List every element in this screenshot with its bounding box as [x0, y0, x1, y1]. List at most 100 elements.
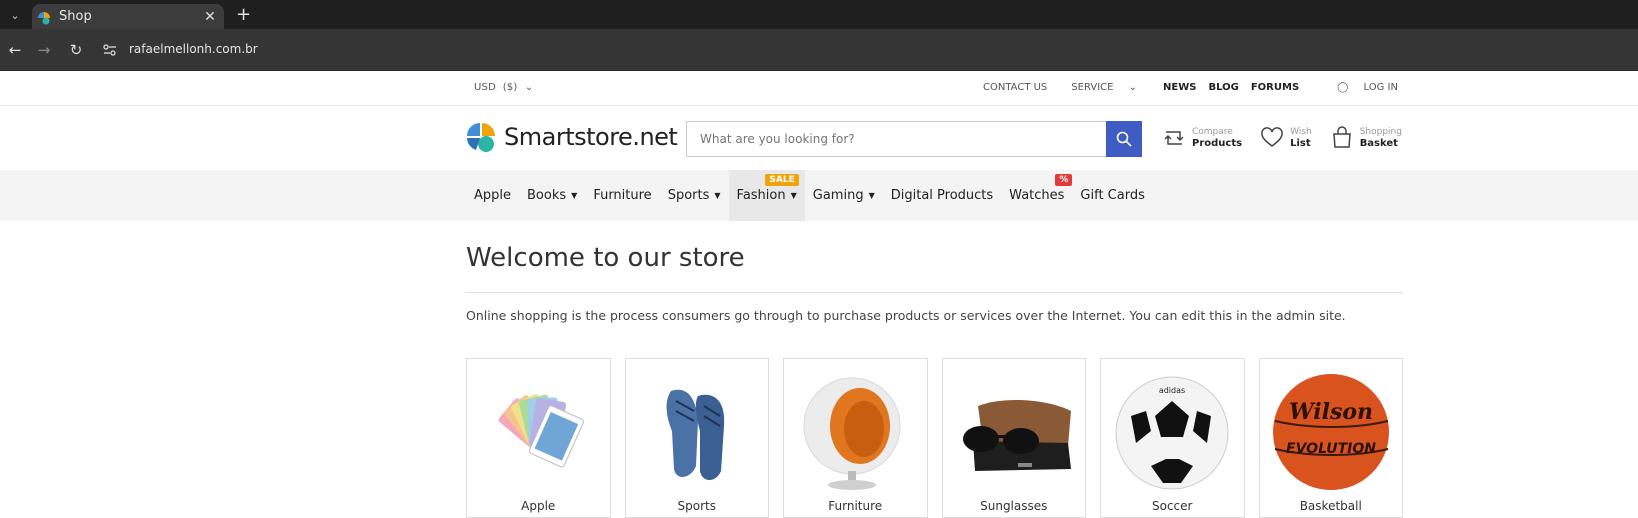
menu-item-watches[interactable]: Watches%: [1001, 170, 1073, 221]
login-label: LOG IN: [1363, 82, 1398, 93]
menu-item-gaming[interactable]: Gaming ▼: [805, 170, 883, 221]
divider: [466, 292, 1403, 293]
heart-icon: [1261, 127, 1283, 147]
category-card-sports[interactable]: Sports: [624, 358, 769, 518]
compare-icon: [1164, 131, 1184, 145]
category-card-apple[interactable]: Apple: [466, 358, 611, 518]
menu-item-books[interactable]: Books ▼: [519, 170, 585, 221]
browser-toolbar: ← → ↻ rafaelmellonh.com.br: [0, 29, 1638, 71]
search-box: [686, 121, 1142, 157]
menu-item-label: Books: [527, 188, 567, 203]
intro-text: Online shopping is the process consumers…: [466, 308, 1346, 323]
svg-text:Wilson: Wilson: [1288, 399, 1372, 425]
logo-text-main: Smartstore: [504, 123, 633, 151]
menu-item-gift-cards[interactable]: Gift Cards: [1072, 170, 1152, 221]
menu-item-sports[interactable]: Sports ▼: [660, 170, 729, 221]
logo-text-suffix: .net: [632, 123, 678, 151]
reload-icon[interactable]: ↻: [66, 40, 86, 60]
menu-item-label: Watches: [1009, 188, 1065, 203]
menu-item-label: Gaming: [812, 188, 864, 203]
address-bar[interactable]: rafaelmellonh.com.br: [129, 42, 258, 56]
menu-item-apple[interactable]: Apple: [466, 170, 519, 221]
category-title: Sports: [677, 499, 716, 513]
tab-title: Shop: [59, 9, 92, 24]
menu-item-furniture[interactable]: Furniture: [585, 170, 659, 221]
forward-arrow-icon[interactable]: →: [34, 40, 54, 60]
chevron-down-icon: ▼: [868, 191, 875, 200]
close-tab-icon[interactable]: ✕: [200, 9, 220, 25]
ball-chair-image: [803, 377, 901, 490]
sneakers-image: [666, 389, 724, 480]
main-menu: Apple Books ▼ Furniture Sports ▼ Fashion ▼ S…: [466, 170, 1153, 221]
user-icon: ◯: [1337, 82, 1349, 93]
basket-icon: [1332, 126, 1351, 148]
news-link[interactable]: NEWS: [1163, 82, 1196, 93]
category-card-soccer[interactable]: adidas Soccer: [1100, 358, 1245, 518]
basketball-image: Wilson EVOLUTION: [1272, 374, 1389, 490]
tab-list-chevron-icon[interactable]: ⌄: [6, 6, 24, 24]
site-header: Smartstore.net CompareProducts WishList …: [0, 106, 1638, 170]
menu-item-label: Gift Cards: [1080, 188, 1145, 203]
wish-bottom-label: List: [1290, 138, 1311, 149]
svg-text:adidas: adidas: [1159, 386, 1185, 395]
logo-mark-icon: [467, 123, 495, 152]
basket-bottom-label: Basket: [1359, 138, 1398, 149]
main-menu-bar: Apple Books ▼ Furniture Sports ▼ Fashion ▼ S…: [0, 170, 1638, 221]
forums-link[interactable]: FORUMS: [1251, 82, 1299, 93]
service-menu[interactable]: SERVICE ⌄: [1059, 82, 1137, 93]
contact-us-link[interactable]: CONTACT US: [983, 82, 1047, 93]
back-arrow-icon[interactable]: ←: [5, 40, 25, 60]
chevron-down-icon: ⌄: [524, 82, 534, 93]
chevron-down-icon: ▼: [571, 191, 578, 200]
menu-item-label: Apple: [474, 188, 512, 203]
logo-text: Smartstore.net: [504, 123, 678, 151]
chevron-down-icon: ▼: [790, 191, 797, 200]
shopping-basket-button[interactable]: Shopping Basket: [1330, 126, 1402, 150]
search-input[interactable]: [686, 121, 1106, 157]
wish-top-label: Wish: [1290, 127, 1312, 137]
category-title: Sunglasses: [980, 499, 1048, 513]
main-content: Welcome to our store Online shopping is …: [466, 225, 1403, 518]
menu-item-label: Furniture: [593, 188, 652, 203]
service-label: SERVICE: [1071, 82, 1114, 93]
svg-text:EVOLUTION: EVOLUTION: [1286, 441, 1376, 457]
category-card-basketball[interactable]: Wilson EVOLUTION Basketball: [1258, 358, 1403, 518]
compare-bottom-label: Products: [1192, 138, 1243, 149]
login-link[interactable]: ◯ LOG IN: [1325, 82, 1398, 93]
category-title: Furniture: [828, 499, 883, 513]
menu-item-label: Digital Products: [890, 188, 994, 203]
new-tab-icon[interactable]: +: [236, 4, 251, 25]
menu-item-digital-products[interactable]: Digital Products: [883, 170, 1001, 221]
compare-top-label: Compare: [1192, 127, 1233, 137]
header-tools: Compare Products Wish List Shopping Basket: [1162, 126, 1420, 150]
wish-list-button[interactable]: Wish List: [1260, 126, 1312, 150]
ipad-colors-image: [498, 393, 584, 468]
page-title: Welcome to our store: [466, 243, 745, 273]
discount-badge: %: [1055, 174, 1073, 186]
currency-label: USD ($): [474, 82, 518, 93]
top-utility-bar: USD ($) ⌄ CONTACT US SERVICE ⌄ NEWS BLOG…: [0, 71, 1638, 106]
blog-link[interactable]: BLOG: [1208, 82, 1238, 93]
search-button[interactable]: [1106, 121, 1142, 157]
top-links: CONTACT US SERVICE ⌄ NEWS BLOG FORUMS ◯ …: [971, 82, 1398, 93]
site-info-icon[interactable]: [101, 41, 119, 59]
category-card-sunglasses[interactable]: Sunglasses: [941, 358, 1086, 518]
chevron-down-icon: ▼: [714, 191, 721, 200]
browser-tab-bar: ⌄ Shop ✕ +: [0, 0, 1638, 29]
sunglasses-image: [962, 399, 1071, 471]
currency-selector[interactable]: USD ($) ⌄: [474, 82, 533, 93]
category-card-furniture[interactable]: Furniture: [783, 358, 928, 518]
category-grid: Apple Sports Furniture Sunglasses adidas…: [466, 358, 1403, 518]
soccer-ball-image: adidas: [1115, 376, 1229, 490]
search-icon: [1116, 131, 1132, 147]
site-logo[interactable]: Smartstore.net: [466, 121, 678, 153]
favicon-icon: [38, 10, 51, 25]
chevron-down-icon: ⌄: [1128, 82, 1138, 93]
category-title: Basketball: [1299, 499, 1362, 513]
category-title: Soccer: [1152, 499, 1193, 513]
compare-products-button[interactable]: Compare Products: [1162, 126, 1242, 150]
menu-item-label: Sports: [667, 188, 710, 203]
browser-tab[interactable]: Shop ✕: [32, 4, 224, 29]
menu-item-fashion[interactable]: Fashion ▼ SALE: [728, 170, 805, 221]
menu-item-label: Fashion: [736, 188, 786, 203]
